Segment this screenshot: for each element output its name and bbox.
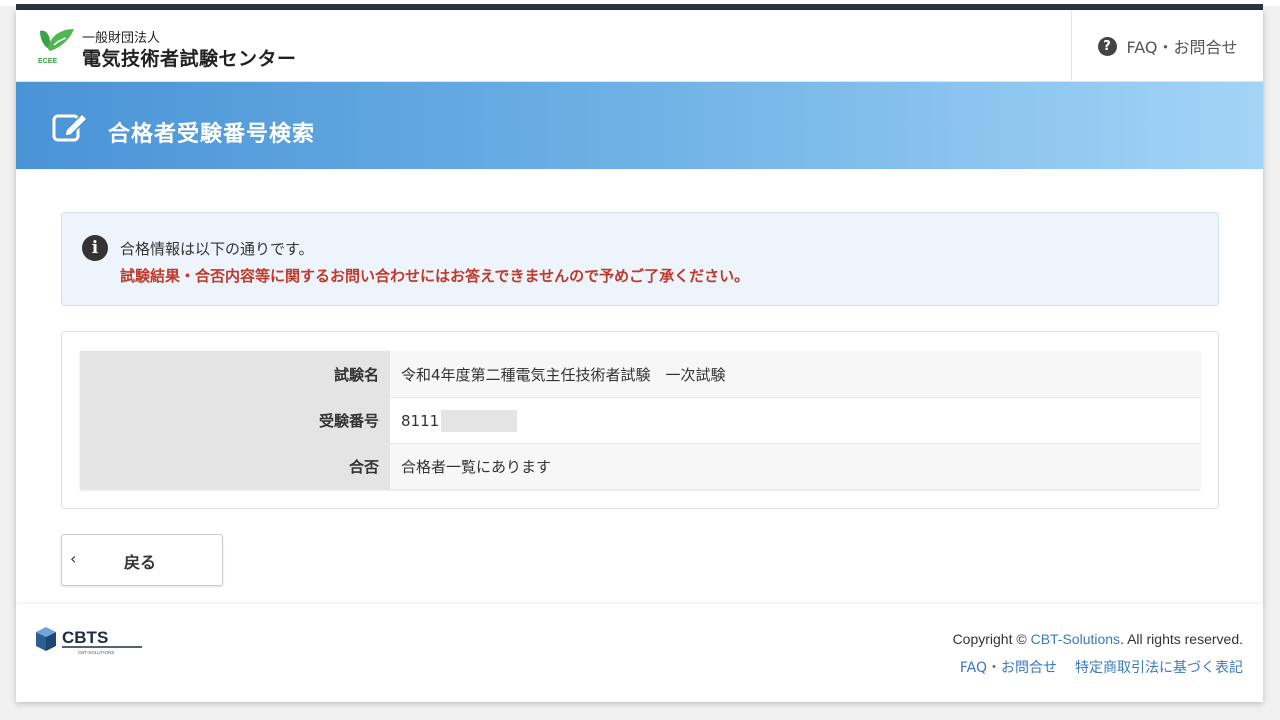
back-button[interactable]: ‹ 戻る [61, 534, 223, 586]
cbt-solutions-link[interactable]: CBT-Solutions [1031, 631, 1120, 647]
site-footer: CBTS CBT-SOLUTIONS Copyright © CBT-Solut… [16, 604, 1263, 702]
result-table: 試験名 令和4年度第二種電気主任技術者試験 一次試験 受験番号 8111 合否 … [80, 351, 1200, 489]
info-circle-icon: i [82, 235, 108, 261]
table-row-exam-number: 受験番号 8111 [80, 397, 1200, 443]
exam-number-cell: 8111 [390, 398, 1200, 443]
cbts-logo-subtext: CBT-SOLUTIONS [78, 650, 114, 655]
question-circle-icon: ? [1097, 36, 1117, 56]
chevron-left-icon: ‹ [70, 549, 77, 568]
table-row-result: 合否 合格者一覧にあります [80, 443, 1200, 489]
cbts-logo-text: CBTS [62, 628, 108, 647]
result-value: 合格者一覧にあります [390, 444, 1200, 489]
table-row-exam-name: 試験名 令和4年度第二種電気主任技術者試験 一次試験 [80, 351, 1200, 397]
exam-number-value: 8111 [401, 411, 440, 430]
result-label: 合否 [80, 444, 390, 489]
page-banner: 合格者受験番号検索 [16, 82, 1263, 169]
faq-contact-label: FAQ・お問合せ [1126, 38, 1238, 57]
faq-contact-link[interactable]: ? FAQ・お問合せ [1071, 10, 1263, 82]
footer-faq-link[interactable]: FAQ・お問合せ [960, 657, 1057, 677]
exam-name-label: 試験名 [80, 351, 390, 397]
copyright-prefix: Copyright © [952, 631, 1031, 647]
alert-message: 合格情報は以下の通りです。 [120, 240, 314, 258]
back-button-label: 戻る [124, 553, 157, 572]
org-name[interactable]: 電気技術者試験センター [82, 44, 297, 71]
main-panel: ECEE 一般財団法人 電気技術者試験センター ? FAQ・お問合せ 合格者受験… [16, 10, 1263, 604]
copyright-text: Copyright © CBT-Solutions. All rights re… [953, 631, 1243, 647]
alert-warning: 試験結果・合否内容等に関するお問い合わせにはお答えできませんので予めご了承くださ… [120, 267, 750, 285]
copyright-suffix: . All rights reserved. [1120, 631, 1243, 647]
site-header: ECEE 一般財団法人 電気技術者試験センター ? FAQ・お問合せ [16, 10, 1263, 82]
redacted-mask [441, 409, 518, 432]
exam-number-label: 受験番号 [80, 398, 390, 443]
cbts-logo-icon[interactable]: CBTS CBT-SOLUTIONS [34, 624, 146, 658]
result-card: 試験名 令和4年度第二種電気主任技術者試験 一次試験 受験番号 8111 合否 … [61, 331, 1219, 509]
footer-links: FAQ・お問合せ 特定商取引法に基づく表記 [960, 657, 1243, 677]
edit-icon [52, 112, 89, 142]
page-title: 合格者受験番号検索 [108, 122, 316, 147]
footer-commerce-law-link[interactable]: 特定商取引法に基づく表記 [1075, 657, 1243, 677]
exam-name-value: 令和4年度第二種電気主任技術者試験 一次試験 [390, 351, 1200, 397]
info-alert: i 合格情報は以下の通りです。 試験結果・合否内容等に関するお問い合わせにはお答… [61, 212, 1219, 306]
logo-text: ECEE [38, 58, 57, 65]
ecee-logo-icon[interactable]: ECEE [36, 25, 76, 65]
